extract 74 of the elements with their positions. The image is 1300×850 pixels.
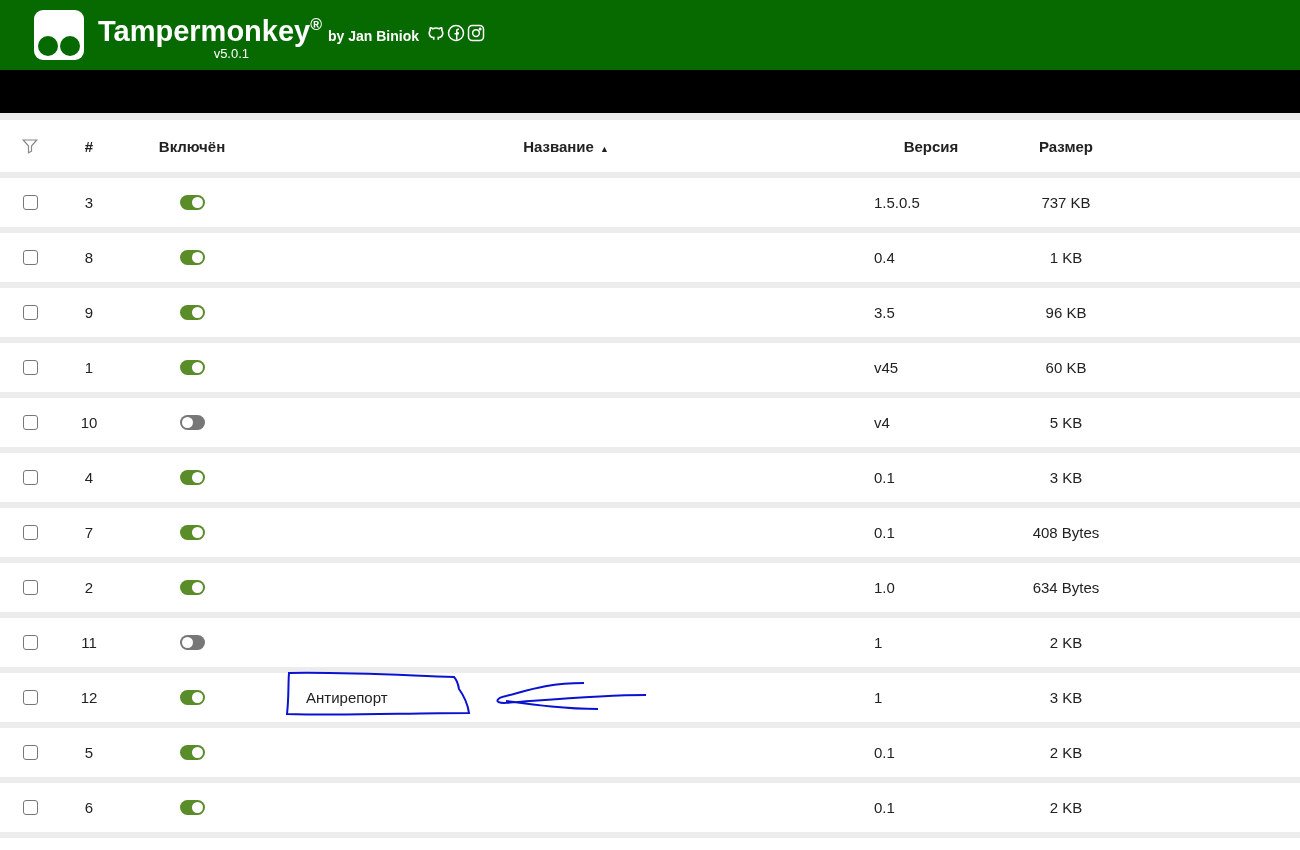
row-number: 10	[79, 414, 99, 431]
enable-toggle[interactable]	[179, 635, 205, 650]
row-checkbox[interactable]	[22, 745, 38, 760]
version-cell-text: 1.5.0.5	[873, 194, 921, 211]
row-checkbox[interactable]	[22, 580, 38, 595]
version-cell-text: 0.1	[873, 524, 896, 541]
filter-icon[interactable]	[21, 137, 39, 155]
version-cell-text: v4	[873, 414, 891, 431]
row-checkbox[interactable]	[22, 525, 38, 540]
enable-toggle[interactable]	[179, 195, 205, 210]
row-number: 3	[83, 194, 95, 211]
column-header[interactable]: Версия	[866, 137, 996, 155]
author-text: by Jan Biniok	[328, 28, 420, 45]
row-number: 11	[80, 634, 98, 651]
size-cell-text: 5 KB	[1048, 414, 1084, 431]
script-name[interactable]: Антирепорт	[306, 689, 388, 706]
instagram-icon[interactable]	[467, 24, 486, 42]
enable-toggle[interactable]	[179, 250, 205, 265]
size-cell-text: 1 KB	[1048, 249, 1084, 266]
version-cell-text: 1	[873, 634, 884, 651]
version-cell-text: 0.4	[873, 249, 896, 266]
version-text: v5.0.1	[213, 46, 250, 62]
size-cell-text: 3 KB	[1048, 689, 1084, 706]
enable-toggle[interactable]	[179, 470, 205, 485]
enable-toggle[interactable]	[179, 690, 205, 705]
row-number: 9	[83, 304, 95, 321]
enable-toggle[interactable]	[179, 415, 205, 430]
facebook-icon[interactable]	[447, 24, 466, 42]
logo-icon	[34, 10, 84, 60]
size-cell-text: 60 KB	[1044, 359, 1088, 376]
version-cell-text: 3.5	[873, 304, 896, 321]
row-checkbox[interactable]	[22, 690, 38, 705]
row-number: 7	[83, 524, 95, 541]
size-cell-text: 2 KB	[1048, 799, 1084, 816]
enable-toggle[interactable]	[179, 360, 205, 375]
enable-toggle[interactable]	[179, 745, 205, 760]
column-header[interactable]: Размер	[996, 137, 1136, 155]
size-cell-text: 634 Bytes	[1031, 579, 1101, 596]
size-cell-text: 96 KB	[1044, 304, 1088, 321]
row-number: 8	[83, 249, 95, 266]
enable-toggle[interactable]	[179, 800, 205, 815]
version-cell-text: 0.1	[873, 469, 896, 486]
row-checkbox[interactable]	[22, 415, 38, 430]
row-number: 2	[83, 579, 95, 596]
row-number: 4	[83, 469, 95, 486]
version-cell-text: 0.1	[873, 744, 896, 761]
app-title: Tampermonkey$^{®}$	[98, 13, 322, 47]
row-checkbox[interactable]	[22, 635, 38, 650]
column-header[interactable]: Включён	[118, 137, 266, 155]
size-cell-text: 2 KB	[1048, 744, 1084, 761]
enable-toggle[interactable]	[179, 305, 205, 320]
github-icon[interactable]	[427, 24, 446, 42]
size-cell-text: 408 Bytes	[1031, 524, 1101, 541]
version-cell-text: 0.1	[873, 799, 896, 816]
size-cell-text: 737 KB	[1040, 194, 1092, 211]
row-checkbox[interactable]	[22, 195, 38, 210]
size-cell-text: 2 KB	[1048, 634, 1084, 651]
row-checkbox[interactable]	[22, 250, 38, 265]
column-header[interactable]: Название ▲	[266, 137, 866, 155]
row-number: 6	[83, 799, 95, 816]
column-header[interactable]: #	[60, 137, 118, 155]
row-number: 12	[79, 689, 99, 706]
row-number: 5	[83, 744, 95, 761]
enable-toggle[interactable]	[179, 525, 205, 540]
enable-toggle[interactable]	[179, 580, 205, 595]
row-checkbox[interactable]	[22, 470, 38, 485]
row-checkbox[interactable]	[22, 305, 38, 320]
version-cell-text: 1.0	[873, 579, 896, 596]
version-cell-text: 1	[873, 689, 884, 706]
version-cell-text: v45	[873, 359, 900, 376]
row-checkbox[interactable]	[22, 800, 38, 815]
row-number: 1	[83, 359, 95, 376]
size-cell-text: 3 KB	[1048, 469, 1084, 486]
row-checkbox[interactable]	[22, 360, 38, 375]
